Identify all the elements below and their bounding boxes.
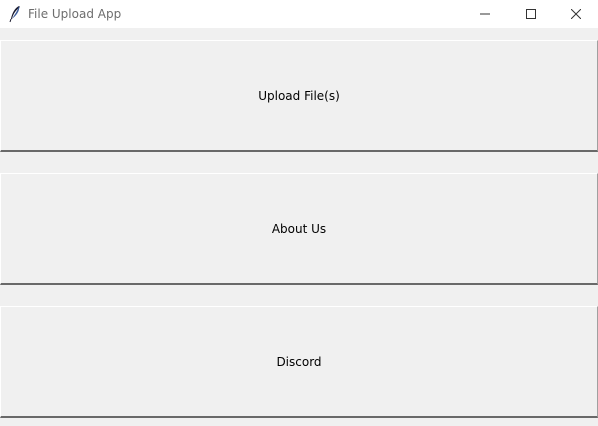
maximize-icon [526, 9, 536, 19]
maximize-button[interactable] [508, 0, 554, 28]
title-bar[interactable]: File Upload App [0, 0, 598, 28]
upload-files-button[interactable]: Upload File(s) [0, 40, 598, 152]
about-us-button[interactable]: About Us [0, 173, 598, 285]
close-icon [571, 9, 581, 19]
upload-files-label: Upload File(s) [258, 88, 340, 103]
about-us-label: About Us [271, 221, 327, 236]
minimize-button[interactable] [462, 0, 508, 28]
close-button[interactable] [553, 0, 598, 28]
app-window: File Upload App Upload File(s) About Us … [0, 0, 598, 426]
window-title: File Upload App [28, 7, 122, 21]
discord-button[interactable]: Discord [0, 306, 598, 418]
window-client-top [0, 28, 598, 38]
minimize-icon [480, 13, 490, 15]
discord-label: Discord [276, 354, 322, 369]
feather-icon [9, 6, 20, 23]
